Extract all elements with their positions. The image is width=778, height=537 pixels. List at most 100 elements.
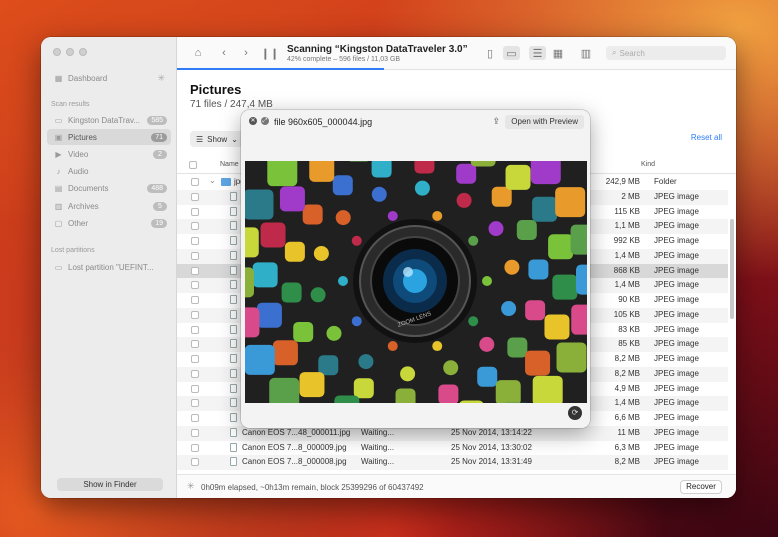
table-row[interactable]: Canon EOS 7...8_000009.jpg Waiting... 25 N… (177, 441, 728, 456)
sidebar: ▦ Dashboard ✳ Scan results ▭ Kingston Da… (41, 37, 177, 498)
row-checkbox[interactable] (191, 325, 199, 334)
sidebar-item-pictures[interactable]: ▣ Pictures 71 (47, 129, 171, 145)
row-checkbox[interactable] (191, 266, 199, 275)
file-kind: JPEG image (654, 265, 699, 275)
quick-look-preview: ✕ ⤢ file 960x605_000044.jpg ⇪ Open with … (241, 110, 590, 428)
sidebar-toggle-icon[interactable]: ▥ (579, 46, 593, 60)
forward-icon[interactable]: › (239, 46, 253, 60)
count-badge: 71 (151, 132, 167, 142)
mosaic-tile (470, 161, 496, 167)
row-checkbox[interactable] (191, 443, 199, 452)
file-size: 85 KB (618, 339, 640, 349)
mosaic-tile (468, 235, 479, 246)
image-file-icon (230, 206, 237, 216)
row-checkbox[interactable] (191, 428, 199, 437)
row-checkbox[interactable] (191, 384, 199, 393)
search-input[interactable]: ⌕ Search (606, 46, 726, 60)
row-checkbox[interactable] (191, 222, 199, 231)
show-label: Show (207, 134, 228, 144)
image-file-icon (230, 309, 237, 319)
mosaic-tile (245, 307, 260, 338)
close-window-button[interactable] (53, 48, 61, 56)
rotate-icon[interactable]: ⟳ (568, 406, 582, 420)
reset-all-link[interactable]: Reset all (691, 133, 722, 142)
select-all-checkbox[interactable] (189, 161, 197, 169)
row-checkbox[interactable] (191, 414, 199, 422)
chevron-down-icon[interactable]: ⌄ (209, 176, 216, 185)
sidebar-item-other[interactable]: ▢ Other 19 (47, 215, 171, 231)
preview-title: file 960x605_000044.jpg (274, 117, 373, 127)
row-checkbox[interactable] (191, 399, 199, 408)
video-icon: ▶ (55, 149, 62, 159)
file-size: 105 KB (613, 309, 640, 319)
show-filter-button[interactable]: ☰ Show ⌄ (190, 131, 244, 147)
row-checkbox[interactable] (191, 237, 199, 245)
open-with-preview-button[interactable]: Open with Preview (505, 115, 584, 129)
vertical-scrollbar[interactable] (730, 219, 734, 319)
row-checkbox[interactable] (191, 251, 199, 260)
file-status: Waiting... (361, 427, 395, 437)
mosaic-tile (525, 300, 546, 321)
image-file-icon (230, 280, 237, 290)
row-checkbox[interactable] (191, 355, 199, 363)
grid-icon: ▦ (54, 73, 63, 83)
file-size: 242,9 MB (605, 177, 640, 186)
recover-button[interactable]: Recover (680, 480, 722, 494)
fullscreen-icon[interactable]: ⤢ (261, 117, 269, 125)
sidebar-item-label: Dashboard (68, 73, 108, 83)
mosaic-tile (477, 366, 498, 387)
mosaic-tile (552, 274, 578, 300)
table-row[interactable]: Canon EOS 7...8_000008.jpg Waiting... 25 N… (177, 455, 728, 470)
music-icon: ♪ (56, 166, 61, 176)
file-icon[interactable]: ▯ (483, 46, 497, 60)
row-checkbox[interactable] (191, 192, 199, 201)
sidebar-item-audio[interactable]: ♪ Audio (47, 163, 171, 179)
list-view-icon[interactable]: ☰ (529, 46, 546, 60)
row-checkbox[interactable] (191, 458, 199, 467)
home-icon[interactable]: ⌂ (191, 46, 205, 60)
row-checkbox[interactable] (191, 178, 199, 186)
file-kind: JPEG image (654, 236, 699, 245)
mosaic-tile (338, 276, 348, 286)
row-checkbox[interactable] (191, 296, 199, 304)
minimize-window-button[interactable] (66, 48, 74, 56)
column-name[interactable]: Name (220, 161, 239, 168)
image-file-icon (230, 398, 237, 408)
sidebar-item-video[interactable]: ▶ Video 2 (47, 146, 171, 162)
camera-lens-image: ZOOM LENS (245, 161, 587, 403)
mosaic-tile (548, 234, 574, 260)
row-checkbox[interactable] (191, 281, 199, 290)
file-size: 1,4 MB (614, 280, 640, 290)
grid-view-icon[interactable]: ▦ (551, 46, 565, 60)
mosaic-tile (505, 164, 531, 190)
sidebar-item-documents[interactable]: ▤ Documents 488 (47, 180, 171, 196)
sidebar-item-lost-partition[interactable]: ▭ Lost partition "UEFINT... (47, 259, 171, 275)
sidebar-item-label: Audio (68, 166, 89, 176)
zoom-window-button[interactable] (79, 48, 87, 56)
column-kind[interactable]: Kind (641, 161, 655, 168)
row-checkbox[interactable] (191, 369, 199, 378)
folder-view-icon[interactable]: ▭ (503, 46, 520, 60)
row-checkbox[interactable] (191, 340, 199, 349)
file-kind: JPEG image (654, 368, 699, 378)
sidebar-item-archives[interactable]: ▥ Archives 5 (47, 198, 171, 214)
pause-icon[interactable]: ❙❙ (261, 46, 279, 60)
search-placeholder: Search (619, 48, 645, 58)
mosaic-tile (532, 375, 563, 403)
back-icon[interactable]: ‹ (217, 46, 231, 60)
mosaic-tile (326, 325, 342, 341)
share-icon[interactable]: ⇪ (492, 116, 500, 127)
mosaic-tile (299, 372, 325, 398)
close-icon[interactable]: ✕ (249, 117, 257, 125)
file-kind: JPEG image (654, 354, 699, 363)
count-badge: 5 (153, 201, 167, 211)
show-in-finder-button[interactable]: Show in Finder (57, 478, 163, 491)
sidebar-item-label: Video (68, 149, 89, 159)
mosaic-tile (387, 210, 398, 221)
row-checkbox[interactable] (191, 207, 199, 216)
row-checkbox[interactable] (191, 310, 199, 319)
sidebar-item-kingston[interactable]: ▭ Kingston DataTrav... 585 (47, 112, 171, 128)
mosaic-tile (504, 259, 520, 275)
sidebar-item-dashboard[interactable]: ▦ Dashboard ✳ (47, 70, 171, 86)
mosaic-tile (575, 264, 587, 295)
